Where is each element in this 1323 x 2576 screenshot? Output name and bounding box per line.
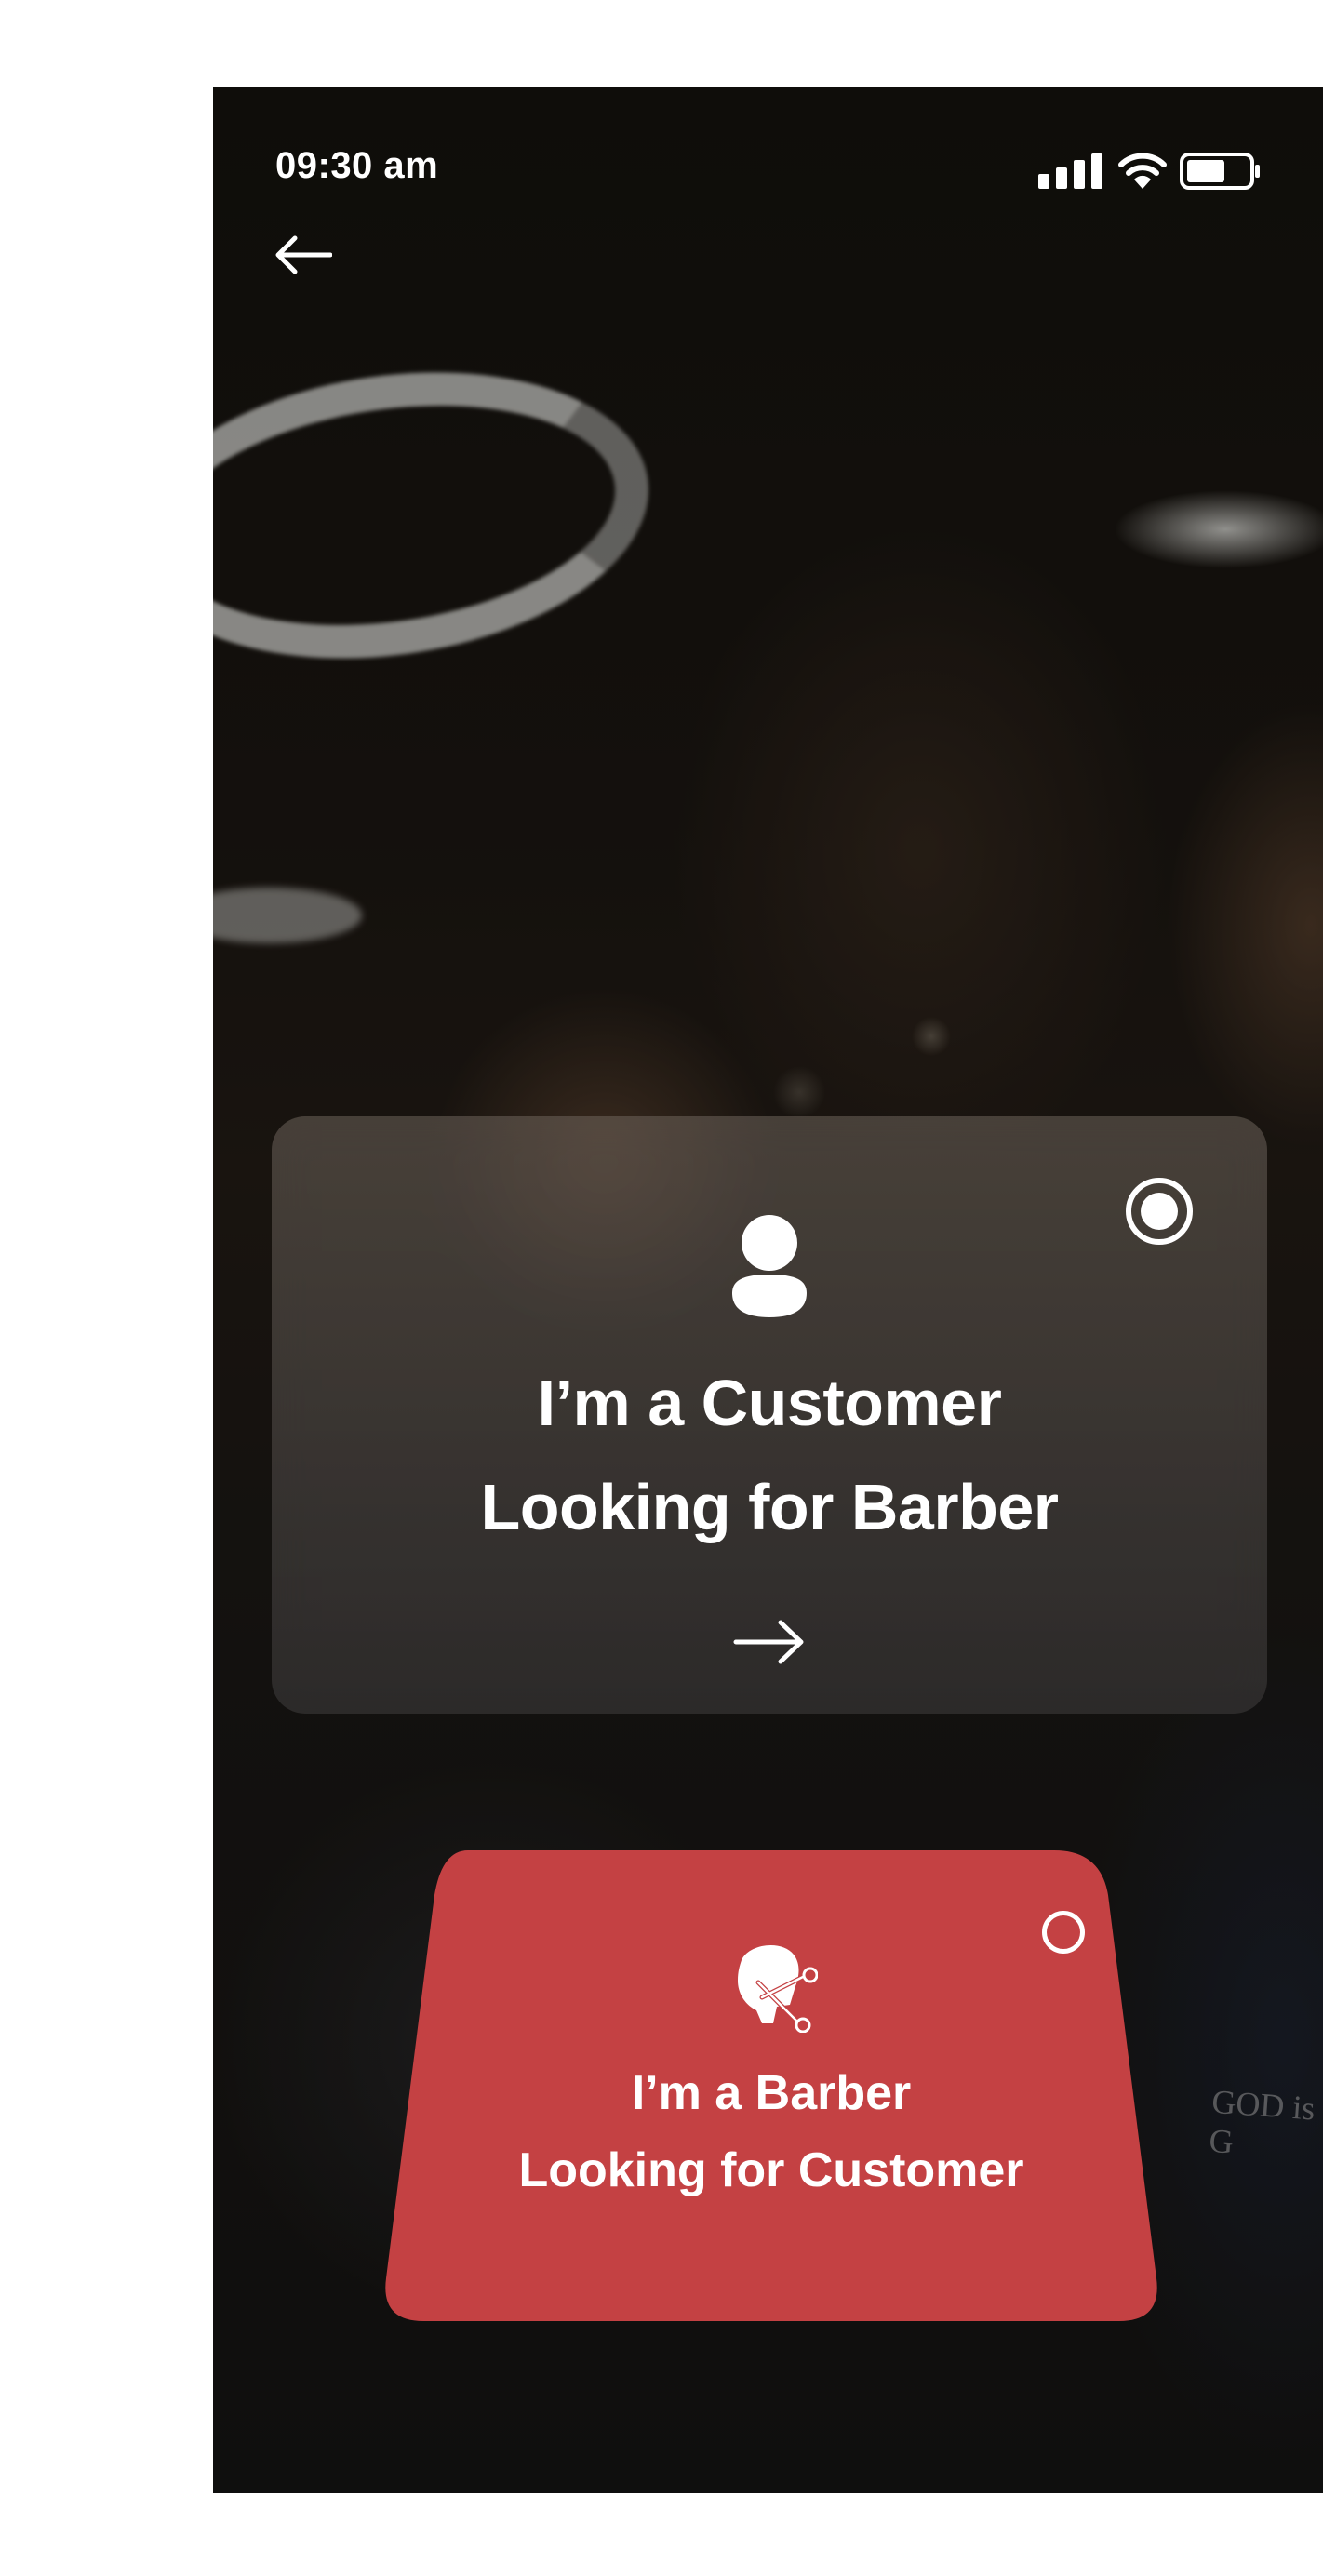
- signal-bars-icon: [1038, 153, 1102, 189]
- arrow-left-icon: [275, 235, 332, 274]
- barber-role-card[interactable]: I’m a Barber Looking for Customer: [384, 1850, 1158, 2321]
- battery-icon: [1180, 153, 1260, 190]
- customer-title-line1: I’m a Customer: [537, 1367, 1002, 1439]
- barber-title: I’m a Barber Looking for Customer: [384, 2055, 1158, 2209]
- customer-title-line2: Looking for Barber: [480, 1471, 1059, 1543]
- phone-screen: GOD is G 09:30 am I’m a Customer Looking…: [213, 87, 1323, 2493]
- barber-title-line2: Looking for Customer: [518, 2143, 1024, 2197]
- radio-dot: [1141, 1193, 1178, 1230]
- customer-role-card[interactable]: I’m a Customer Looking for Barber: [272, 1116, 1267, 1714]
- arrow-right-icon[interactable]: [732, 1619, 807, 1665]
- back-button[interactable]: [271, 227, 336, 283]
- person-icon: [732, 1215, 807, 1317]
- barber-scissors-icon: [738, 1944, 818, 2033]
- customer-radio-selected[interactable]: [1126, 1178, 1193, 1245]
- customer-title: I’m a Customer Looking for Barber: [272, 1351, 1267, 1559]
- wifi-icon: [1118, 153, 1167, 189]
- status-icons: [1038, 153, 1262, 190]
- barber-title-line1: I’m a Barber: [631, 2066, 912, 2120]
- status-time: 09:30 am: [275, 145, 439, 186]
- barber-radio-unselected[interactable]: [1042, 1911, 1085, 1954]
